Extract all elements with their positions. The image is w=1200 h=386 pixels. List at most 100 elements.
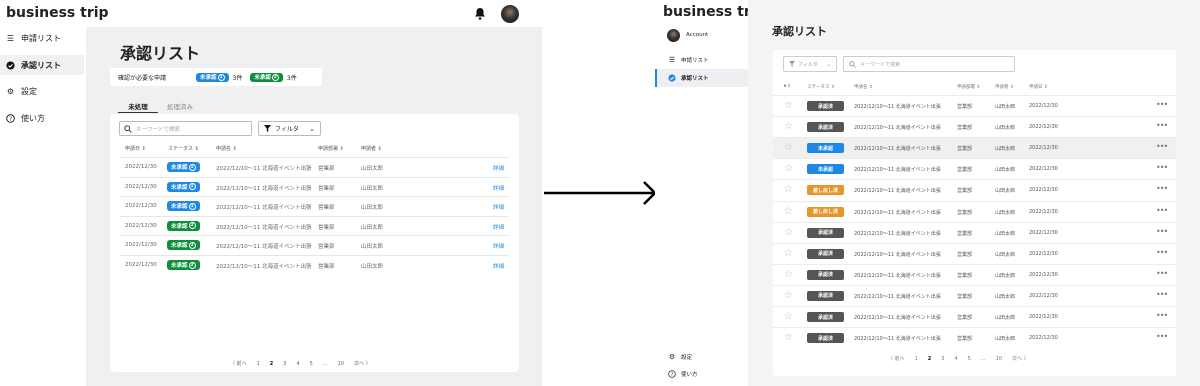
sidebar-item-application-list[interactable]: ☰ 申請リスト [668, 56, 709, 64]
star-icon[interactable]: ☆ [784, 290, 793, 301]
sidebar-item-approval-list[interactable]: 承認リスト [668, 74, 709, 82]
column-header-user[interactable]: 申請者 ⇕ [995, 84, 1014, 90]
column-header-dept[interactable]: 申請部署 ⇕ [957, 84, 980, 90]
table-row[interactable]: 2022/12/30 未承認 2 2022/12/10〜11 北海道イベント出張 営業部… [120, 235, 509, 255]
star-icon[interactable]: ☆ [784, 269, 793, 280]
avatar[interactable] [501, 5, 519, 23]
more-options-icon[interactable]: ••• [1156, 142, 1168, 151]
star-icon[interactable]: ☆ [784, 312, 793, 322]
row-dept: 営業部 [957, 104, 973, 110]
sidebar-item-help[interactable]: ? 使い方 [668, 370, 698, 378]
sidebar-item-application-list[interactable]: ☰ 申請リスト [6, 31, 61, 45]
star-icon[interactable]: ☆ [784, 333, 793, 343]
more-options-icon[interactable]: ••• [1156, 227, 1168, 236]
table-row[interactable]: 2022/12/30 未承認 1 2022/12/10〜11 北海道イベント出張 営業部… [120, 196, 509, 216]
table-row[interactable]: 2022/12/30 未承認 2 2022/12/10〜11 北海道イベント出張 営業部… [120, 215, 509, 236]
table-row[interactable]: ☆ 未承認 2022/12/10〜11 北海道イベント出張 営業部 山田太郎 2022/1… [773, 137, 1176, 159]
search-icon [849, 60, 856, 68]
pager-page[interactable]: 4 [954, 356, 957, 362]
pager-page[interactable]: 1 [257, 361, 260, 367]
detail-link[interactable]: 詳細 [493, 262, 504, 270]
column-header-name[interactable]: 申請名 ⇕ [854, 84, 873, 90]
star-icon[interactable]: ☆ [784, 122, 793, 132]
table-row[interactable]: 2022/12/30 未承認 1 2022/12/10〜11 北海道イベント出張 営業部… [120, 176, 509, 197]
search-input[interactable]: キーワードで検索 [119, 121, 252, 136]
sidebar-item-settings[interactable]: ⚙ 設定 [6, 84, 37, 98]
column-header-status[interactable]: ステータス ⇕ [807, 84, 835, 90]
star-icon[interactable]: ☆ [784, 164, 793, 174]
pager-prev[interactable]: 〈 前へ [888, 355, 905, 362]
sidebar-item-approval-list[interactable]: 承認リスト [6, 58, 61, 72]
pager-next[interactable]: 次へ 〉 [354, 360, 371, 367]
tab-unprocessed[interactable]: 未処理 [118, 101, 158, 113]
star-icon[interactable]: ☆ [784, 101, 793, 111]
detail-link[interactable]: 詳細 [493, 223, 504, 231]
more-options-icon[interactable]: ••• [1156, 100, 1168, 109]
column-header-date[interactable]: 申請日 ⇕ [1029, 84, 1048, 90]
star-icon[interactable]: ☆ [784, 143, 793, 153]
star-icon[interactable]: ☆ [784, 227, 793, 238]
column-header-user[interactable]: 申請者 ⇕ [361, 145, 382, 152]
table-row[interactable]: 2022/12/30 未承認 2 2022/12/10〜11 北海道イベント出張 営業部… [120, 255, 509, 275]
table-row[interactable]: ☆ 未承認 2022/12/10〜11 北海道イベント出張 営業部 山田太郎 2022/1… [773, 158, 1176, 179]
pager-page[interactable]: 5 [310, 361, 313, 367]
star-icon[interactable]: ☆ [784, 206, 793, 217]
column-header-status[interactable]: ステータス ⇕ [168, 145, 199, 152]
column-header-date[interactable]: 申請日 ⇕ [125, 145, 146, 152]
table-row[interactable]: ☆ 承認済 2022/12/10〜11 北海道イベント出張 営業部 山田太郎 2022/1… [773, 95, 1176, 116]
table-row[interactable]: ☆ 差し戻し済 2022/12/10〜11 北海道イベント出張 営業部 山田太郎 2022… [773, 200, 1176, 222]
more-options-icon[interactable]: ••• [1156, 311, 1168, 320]
detail-link[interactable]: 詳細 [493, 184, 504, 192]
pager-page[interactable]: 2 [270, 361, 273, 367]
more-options-icon[interactable]: ••• [1156, 184, 1168, 193]
pager-page[interactable]: 10 [338, 361, 344, 367]
table-row[interactable]: ☆ 差し戻し済 2022/12/10〜11 北海道イベント出張 営業部 山田太郎 2022… [773, 179, 1176, 200]
pager-page[interactable]: 10 [996, 356, 1002, 362]
pager-page[interactable]: 1 [915, 356, 918, 362]
detail-link[interactable]: 詳細 [493, 164, 504, 172]
column-header-name[interactable]: 申請名 ⇕ [216, 145, 237, 152]
sidebar-item-settings[interactable]: ⚙ 設定 [668, 353, 692, 361]
star-icon[interactable]: ☆ [784, 248, 793, 259]
table-row[interactable]: ☆ 承認済 2022/12/10〜11 北海道イベント出張 営業部 山田太郎 2022/1… [773, 116, 1176, 137]
star-icon[interactable]: ☆ [784, 185, 793, 195]
table-row[interactable]: ☆ 承認済 2022/12/10〜11 北海道イベント出張 営業部 山田太郎 2022/1… [773, 306, 1176, 327]
pager-page[interactable]: 4 [296, 361, 299, 367]
row-date: 2022/12/30 [1029, 124, 1058, 131]
pager-page[interactable]: 3 [941, 356, 944, 362]
more-options-icon[interactable]: ••• [1156, 248, 1168, 257]
more-options-icon[interactable]: ••• [1156, 163, 1168, 172]
pager-page[interactable]: 5 [968, 356, 971, 362]
row-dept: 営業部 [957, 230, 973, 237]
table-row[interactable]: ☆ 承認済 2022/12/10〜11 北海道イベント出張 営業部 山田太郎 2022/1… [773, 242, 1176, 264]
detail-link[interactable]: 詳細 [493, 242, 504, 250]
pager-prev[interactable]: 〈 前へ [230, 360, 247, 367]
pager-page[interactable]: 3 [283, 361, 286, 367]
account-label[interactable]: Account [686, 32, 708, 38]
detail-link[interactable]: 詳細 [493, 203, 504, 211]
pager-page[interactable]: 2 [928, 356, 931, 362]
more-options-icon[interactable]: ••• [1156, 206, 1168, 215]
table-row[interactable]: 2022/12/30 未承認 1 2022/12/10〜11 北海道イベント出張 営業部… [120, 157, 509, 177]
table-row[interactable]: ☆ 承認済 2022/12/10〜11 北海道イベント出張 営業部 山田太郎 2022/1… [773, 263, 1176, 285]
bell-icon[interactable] [474, 7, 486, 20]
pager-next[interactable]: 次へ 〉 [1012, 355, 1029, 362]
filter-dropdown[interactable]: フィルタ ⌄ [258, 121, 321, 136]
more-options-icon[interactable]: ••• [1156, 290, 1168, 299]
column-header-dept[interactable]: 申請部署 ⇕ [318, 145, 344, 152]
tab-processed[interactable]: 処理済み [160, 101, 200, 113]
nav-active-indicator [655, 69, 657, 87]
more-options-icon[interactable]: ••• [1156, 121, 1168, 130]
brand-logo[interactable]: business trip [6, 5, 109, 21]
avatar[interactable] [667, 29, 680, 42]
column-header-favorite[interactable]: ★⇕ [783, 84, 791, 89]
row-user: 山田太郎 [995, 104, 1016, 110]
more-options-icon[interactable]: ••• [1156, 269, 1168, 278]
filter-dropdown[interactable]: フィルタ ⌄ [783, 56, 837, 72]
sidebar-item-help[interactable]: ? 使い方 [6, 111, 45, 125]
search-input[interactable]: キーワードで検索 [843, 56, 1015, 72]
table-row[interactable]: ☆ 承認済 2022/12/10〜11 北海道イベント出張 営業部 山田太郎 2022/1… [773, 327, 1176, 348]
table-row[interactable]: ☆ 承認済 2022/12/10〜11 北海道イベント出張 営業部 山田太郎 2022/1… [773, 221, 1176, 243]
table-row[interactable]: ☆ 承認済 2022/12/10〜11 北海道イベント出張 営業部 山田太郎 2022/1… [773, 284, 1176, 306]
more-options-icon[interactable]: ••• [1156, 332, 1168, 341]
